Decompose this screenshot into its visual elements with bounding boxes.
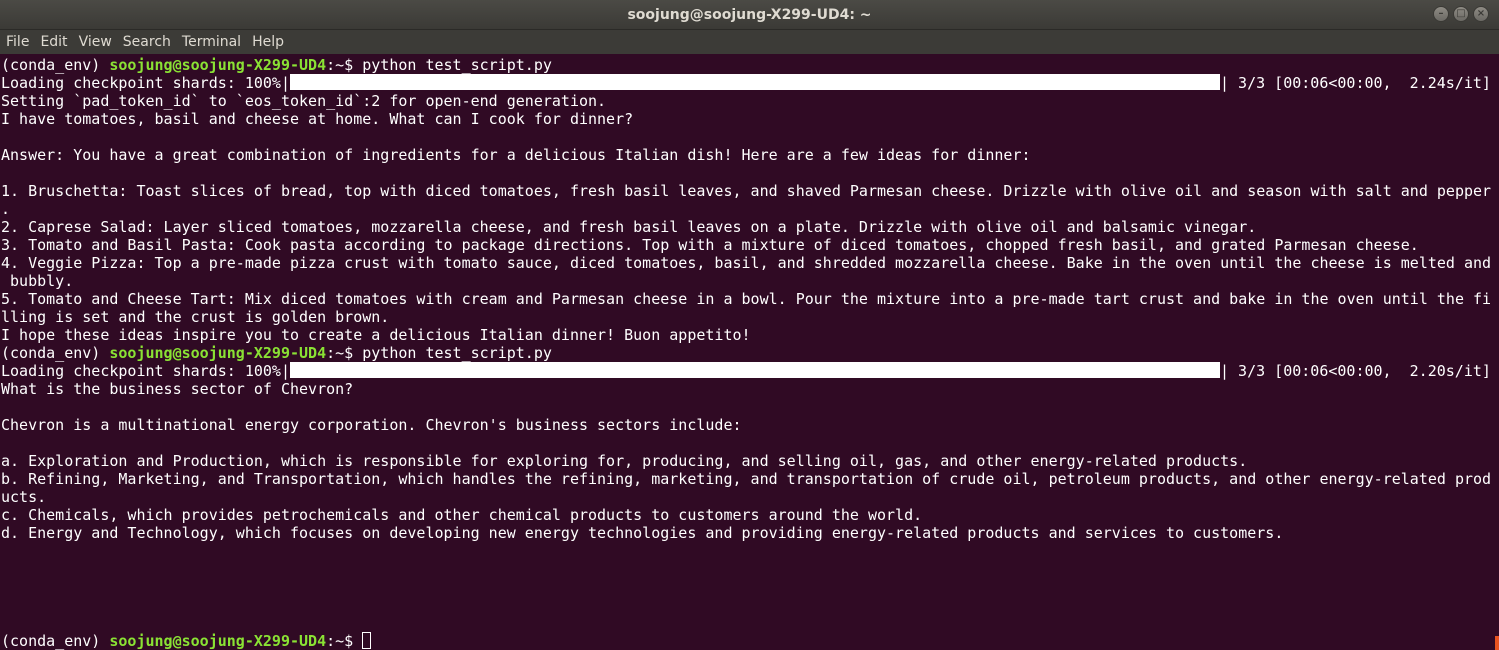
- progress-bar: [289, 74, 1220, 90]
- menu-bar: File Edit View Search Terminal Help: [0, 30, 1499, 54]
- output-line: 4. Veggie Pizza: Top a pre-made pizza cr…: [1, 254, 1492, 272]
- output-line: d. Energy and Technology, which focuses …: [1, 524, 1284, 542]
- progress-line: Loading checkpoint shards: 100%| | 3/3 [0…: [1, 74, 1491, 92]
- minimize-icon[interactable]: –: [1433, 6, 1449, 22]
- text-cursor: [362, 632, 372, 649]
- command-text: python test_script.py: [362, 56, 552, 74]
- command-text: python test_script.py: [362, 344, 552, 362]
- output-line: bubbly.: [1, 272, 74, 290]
- output-line: 1. Bruschetta: Toast slices of bread, to…: [1, 182, 1492, 200]
- progress-line: Loading checkpoint shards: 100%| | 3/3 [0…: [1, 362, 1491, 380]
- output-line: Answer: You have a great combination of …: [1, 146, 1031, 164]
- window-titlebar[interactable]: soojung@soojung-X299-UD4: ~ – □ ×: [0, 0, 1499, 30]
- output-line: a. Exploration and Production, which is …: [1, 452, 1248, 470]
- menu-edit[interactable]: Edit: [34, 34, 72, 50]
- output-line: ucts.: [1, 488, 47, 506]
- prompt-user-host: soojung@soojung-X299-UD4: [109, 344, 327, 362]
- output-line: I have tomatoes, basil and cheese at hom…: [1, 110, 634, 128]
- menu-terminal[interactable]: Terminal: [176, 34, 246, 50]
- prompt-user-host: soojung@soojung-X299-UD4: [109, 632, 327, 650]
- output-line: b. Refining, Marketing, and Transportati…: [1, 470, 1492, 488]
- menu-file[interactable]: File: [0, 34, 34, 50]
- output-line: 2. Caprese Salad: Layer sliced tomatoes,…: [1, 218, 1257, 236]
- progress-bar: [289, 362, 1220, 378]
- window-title: soojung@soojung-X299-UD4: ~: [627, 6, 872, 23]
- output-line: lling is set and the crust is golden bro…: [1, 308, 390, 326]
- output-line: What is the business sector of Chevron?: [1, 380, 354, 398]
- output-line: Setting `pad_token_id` to `eos_token_id`…: [1, 92, 607, 110]
- terminal-output[interactable]: (conda_env) soojung@soojung-X299-UD4:~$ …: [0, 55, 1499, 650]
- current-prompt-line[interactable]: (conda_env) soojung@soojung-X299-UD4:~$: [1, 632, 372, 650]
- menu-search[interactable]: Search: [117, 34, 176, 50]
- output-line: 3. Tomato and Basil Pasta: Cook pasta ac…: [1, 236, 1419, 254]
- window-controls: – □ ×: [1433, 6, 1489, 22]
- output-line: c. Chemicals, which provides petrochemic…: [1, 506, 923, 524]
- menu-view[interactable]: View: [73, 34, 117, 50]
- prompt-line: (conda_env) soojung@soojung-X299-UD4:~$ …: [1, 56, 552, 74]
- output-line: Chevron is a multinational energy corpor…: [1, 416, 742, 434]
- menu-help[interactable]: Help: [246, 34, 289, 50]
- close-icon[interactable]: ×: [1473, 6, 1489, 22]
- output-line: .: [1, 200, 11, 218]
- resize-grip[interactable]: [1495, 636, 1499, 650]
- maximize-icon[interactable]: □: [1453, 6, 1469, 22]
- output-line: I hope these ideas inspire you to create…: [1, 326, 751, 344]
- prompt-line: (conda_env) soojung@soojung-X299-UD4:~$ …: [1, 344, 552, 362]
- prompt-user-host: soojung@soojung-X299-UD4: [109, 56, 327, 74]
- output-line: 5. Tomato and Cheese Tart: Mix diced tom…: [1, 290, 1492, 308]
